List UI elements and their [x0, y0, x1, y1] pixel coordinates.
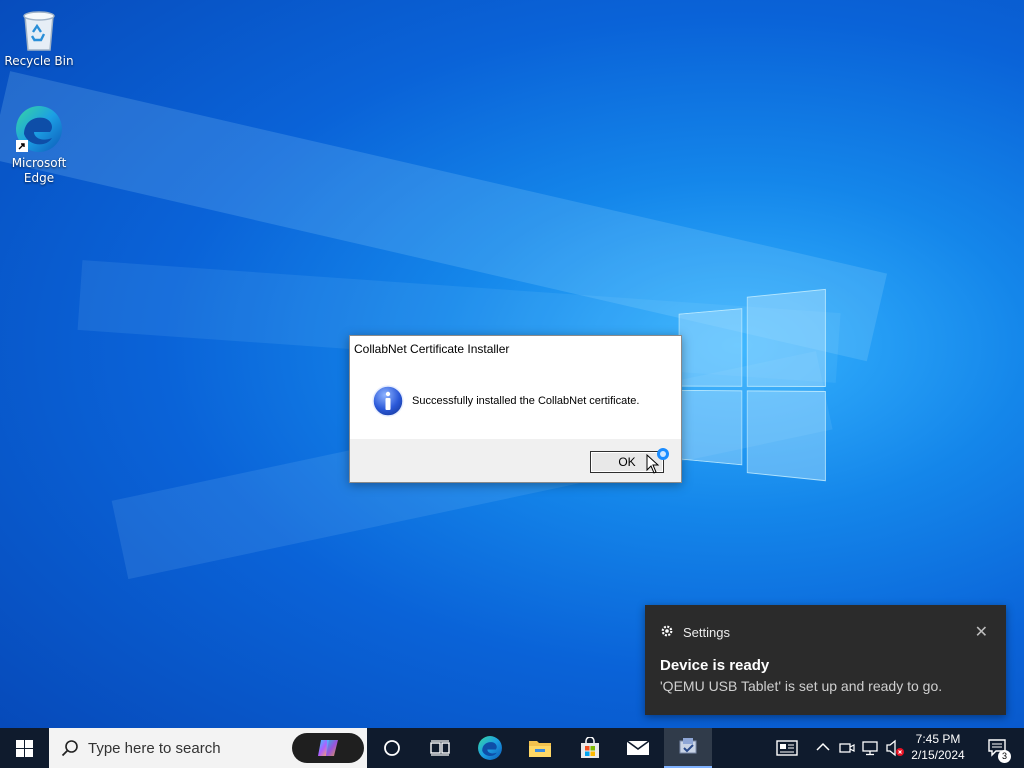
gear-icon — [661, 625, 673, 637]
info-icon — [372, 385, 404, 417]
taskbar-file-explorer[interactable] — [516, 728, 564, 768]
windows-start-icon — [15, 739, 33, 757]
edge-icon — [478, 736, 502, 760]
recycle-bin-label: Recycle Bin — [4, 54, 74, 68]
taskbar-microsoft-store[interactable] — [566, 728, 614, 768]
copilot-icon — [318, 740, 338, 756]
toast-title: Device is ready — [660, 657, 770, 674]
clock-time: 7:45 PM — [915, 732, 961, 746]
dialog-message: Successfully installed the CollabNet cer… — [412, 395, 640, 407]
toast-app-name: Settings — [683, 625, 730, 640]
dialog-footer: OK — [350, 439, 681, 482]
search-placeholder: Type here to search — [88, 740, 221, 757]
windows-wallpaper-logo — [678, 288, 826, 482]
clock-date: 2/15/2024 — [911, 748, 965, 762]
dialog-title: CollabNet Certificate Installer — [354, 342, 510, 356]
meet-now-icon[interactable] — [839, 740, 855, 756]
taskbar-edge[interactable] — [466, 728, 514, 768]
search-icon — [61, 740, 78, 757]
edge-icon — [16, 106, 62, 152]
notification-count-badge: 3 — [998, 750, 1011, 763]
message-dialog: CollabNet Certificate Installer Successf… — [349, 335, 682, 483]
taskbar-certificate-installer[interactable] — [664, 728, 712, 768]
desktop-icon-microsoft-edge[interactable]: Microsoft Edge — [2, 104, 76, 186]
copilot-button[interactable] — [292, 733, 364, 763]
taskbar: Type here to search 7:45 PM 2/15/2024 3 — [0, 728, 1024, 768]
toast-notification[interactable]: Settings ✕ Device is ready 'QEMU USB Tab… — [645, 605, 1006, 715]
close-icon[interactable]: ✕ — [975, 622, 988, 642]
clock[interactable]: 7:45 PM 2/15/2024 — [906, 731, 970, 763]
search-box[interactable]: Type here to search — [49, 728, 367, 768]
desktop-icon-recycle-bin[interactable]: Recycle Bin — [2, 8, 76, 69]
start-button[interactable] — [0, 728, 48, 768]
installer-app-icon — [679, 738, 697, 754]
task-view-icon — [430, 740, 450, 756]
taskbar-mail[interactable] — [614, 728, 662, 768]
volume-muted-icon[interactable] — [885, 739, 905, 757]
news-widget-icon[interactable] — [776, 740, 798, 756]
mail-icon — [626, 740, 650, 755]
chevron-up-icon[interactable] — [816, 742, 830, 752]
task-view-button[interactable] — [418, 728, 462, 768]
store-icon — [581, 737, 599, 758]
network-icon[interactable] — [862, 740, 880, 756]
folder-icon — [529, 741, 551, 757]
cortana-circle-icon — [384, 740, 400, 756]
toast-body: 'QEMU USB Tablet' is set up and ready to… — [660, 678, 943, 694]
cortana-button[interactable] — [370, 728, 414, 768]
recycle-bin-icon — [23, 11, 55, 51]
action-center-button[interactable]: 3 — [976, 728, 1020, 768]
mouse-cursor-icon — [646, 454, 660, 474]
microsoft-edge-label: Microsoft Edge — [11, 156, 67, 185]
